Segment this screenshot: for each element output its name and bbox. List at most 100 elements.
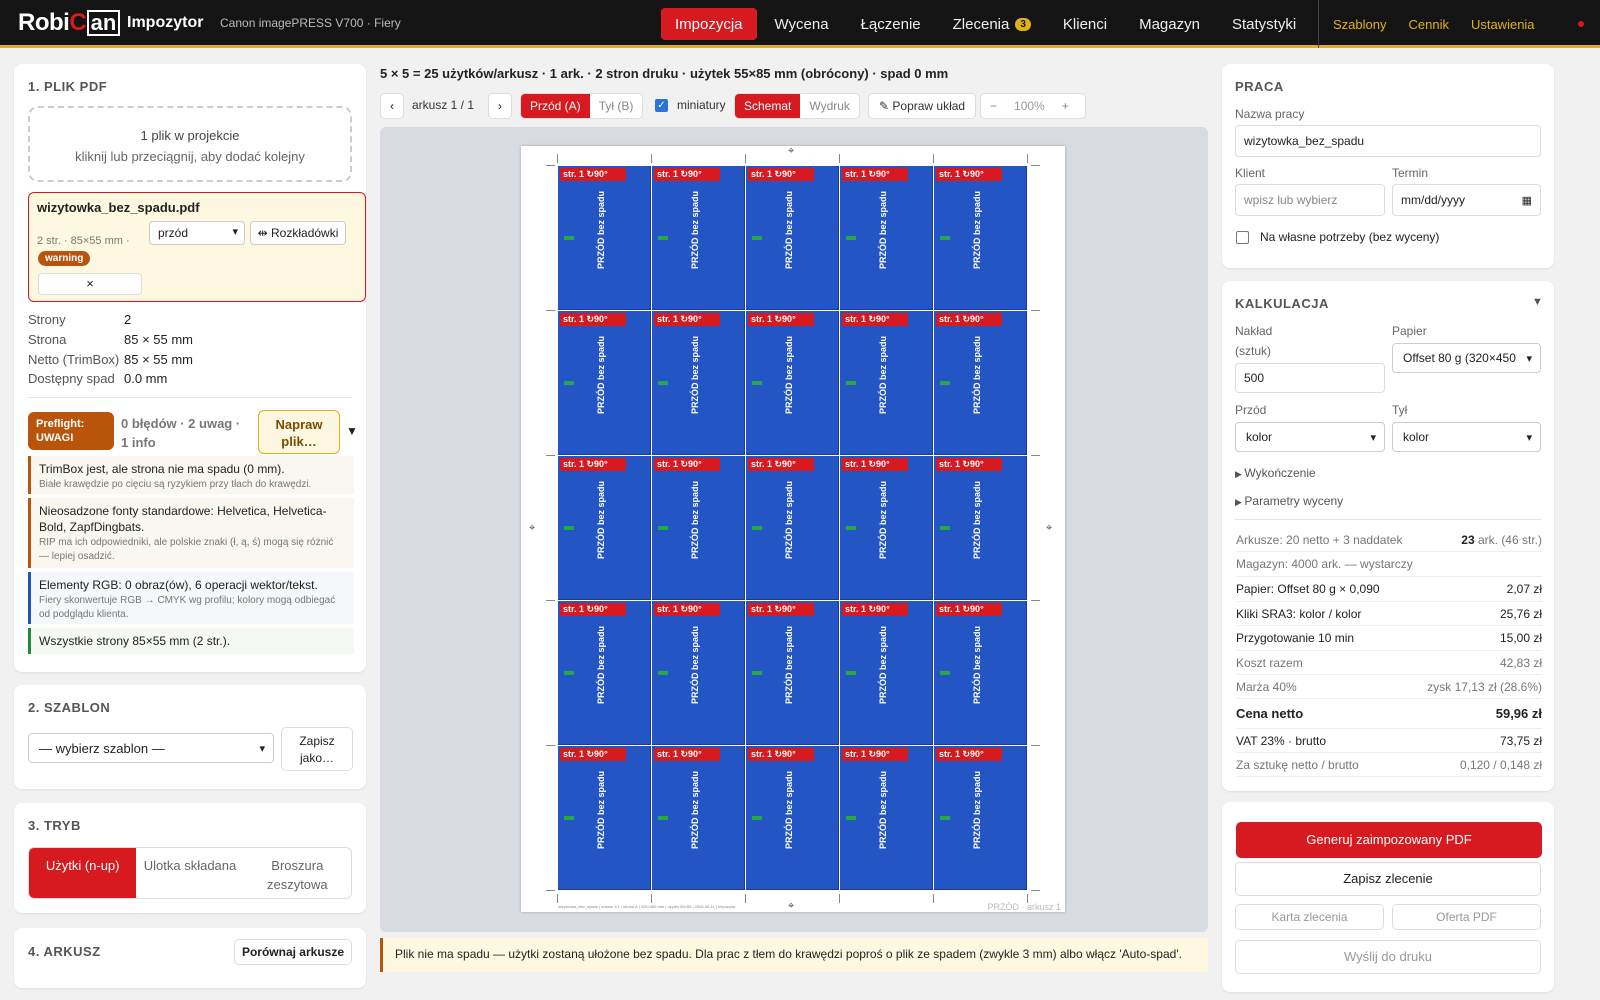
imposition-cell[interactable]: str. 1 ↻90° PRZÓD bez spadu [652, 311, 745, 455]
imposition-cell[interactable]: str. 1 ↻90° PRZÓD bez spadu [840, 746, 933, 890]
generate-pdf-button[interactable]: Generuj zaimpozowany PDF [1236, 822, 1542, 858]
imposition-cell[interactable]: str. 1 ↻90° PRZÓD bez spadu [652, 601, 745, 745]
front-side-button[interactable]: Przód (A) [521, 94, 590, 118]
sheet-label: PRZÓD · arkusz 1 [987, 902, 1061, 912]
cell-content-text: PRZÓD bez spadu [690, 191, 700, 270]
imposition-cell[interactable]: str. 1 ↻90° PRZÓD bez spadu [652, 456, 745, 600]
quantity-unit-label: (sztuk) [1235, 344, 1271, 358]
nav-magazyn[interactable]: Magazyn [1125, 8, 1214, 40]
fix-layout-button[interactable]: ✎ Popraw układ [868, 93, 977, 119]
prop-key: Netto (TrimBox) [28, 352, 120, 367]
nav-ustawienia[interactable]: Ustawienia [1471, 17, 1535, 32]
calendar-icon[interactable]: ▦ [1522, 194, 1532, 207]
imposition-cell[interactable]: str. 1 ↻90° PRZÓD bez spadu [652, 746, 745, 890]
collapse-toggle-icon[interactable]: ▼ [1532, 296, 1543, 308]
chevron-down-icon[interactable]: ▼ [346, 424, 358, 438]
orientation-marker [658, 526, 668, 530]
client-input[interactable]: wpisz lub wybierz [1235, 184, 1385, 216]
registration-mark-icon: ⌖ [1046, 522, 1053, 534]
prop-row: Dostępny spad 0.0 mm [28, 371, 328, 389]
imposition-cell[interactable]: str. 1 ↻90° PRZÓD bez spadu [840, 601, 933, 745]
imposition-cell[interactable]: str. 1 ↻90° PRZÓD bez spadu [652, 166, 745, 310]
quantity-input[interactable]: 500 [1235, 363, 1385, 393]
cost-row-value: 23 ark. (46 str.) [1461, 533, 1542, 547]
imposition-cell[interactable]: str. 1 ↻90° PRZÓD bez spadu [934, 311, 1027, 455]
imposition-cell[interactable]: str. 1 ↻90° PRZÓD bez spadu [558, 601, 651, 745]
save-order-button[interactable]: Zapisz zlecenie [1235, 862, 1541, 896]
nav-laczenie[interactable]: Łączenie [847, 8, 935, 40]
imposition-cell[interactable]: str. 1 ↻90° PRZÓD bez spadu [558, 166, 651, 310]
nav-klienci[interactable]: Klienci [1049, 8, 1121, 40]
chevron-down-icon: ▾ [232, 226, 238, 238]
imposition-cell[interactable]: str. 1 ↻90° PRZÓD bez spadu [934, 601, 1027, 745]
nav-wycena[interactable]: Wycena [761, 8, 843, 40]
imposition-cell[interactable]: str. 1 ↻90° PRZÓD bez spadu [746, 311, 839, 455]
prop-row: Netto (TrimBox) 85 × 55 mm [28, 352, 328, 370]
prev-sheet-button[interactable]: ‹ [380, 93, 404, 119]
orientation-marker [940, 236, 950, 240]
imposition-cell[interactable]: str. 1 ↻90° PRZÓD bez spadu [934, 456, 1027, 600]
finishing-toggle[interactable]: ▶ Wykończenie [1235, 466, 1316, 480]
nav-statystyki[interactable]: Statystyki [1218, 8, 1310, 40]
nav-zlecenia[interactable]: Zlecenia 3 [939, 8, 1045, 40]
imposition-cell[interactable]: str. 1 ↻90° PRZÓD bez spadu [840, 311, 933, 455]
imposition-cell[interactable]: str. 1 ↻90° PRZÓD bez spadu [558, 311, 651, 455]
print-view-button[interactable]: Wydruk [800, 94, 859, 118]
back-color-select[interactable]: kolor ▾ [1392, 422, 1541, 452]
imposition-cell[interactable]: str. 1 ↻90° PRZÓD bez spadu [934, 166, 1027, 310]
nav-szablony[interactable]: Szablony [1333, 17, 1386, 32]
nav-impozycja[interactable]: Impozycja [661, 8, 757, 40]
imposition-cell[interactable]: str. 1 ↻90° PRZÓD bez spadu [558, 456, 651, 600]
own-needs-checkbox[interactable] [1236, 231, 1249, 244]
registration-mark-icon: ⌖ [529, 522, 536, 534]
finishing-label: Wykończenie [1244, 466, 1316, 480]
mode-n-up[interactable]: Użytki (n-up) [29, 848, 137, 898]
cell-content-text: PRZÓD bez spadu [784, 626, 794, 705]
imposition-cell[interactable]: str. 1 ↻90° PRZÓD bez spadu [558, 746, 651, 890]
sheet-panel: 4. ARKUSZ Porównaj arkusze [14, 928, 366, 988]
compare-sheets-button[interactable]: Porównaj arkusze [234, 939, 352, 965]
imposition-cell[interactable]: str. 1 ↻90° PRZÓD bez spadu [746, 746, 839, 890]
imposition-cell[interactable]: str. 1 ↻90° PRZÓD bez spadu [746, 456, 839, 600]
order-card-button[interactable]: Karta zlecenia [1235, 904, 1384, 930]
schema-view-button[interactable]: Schemat [735, 94, 801, 118]
side-select[interactable]: przód ▾ [149, 221, 245, 245]
orientation-marker [658, 816, 668, 820]
zoom-out-button[interactable]: − [981, 94, 1006, 118]
cell-content-text: PRZÓD bez spadu [596, 626, 606, 705]
remove-file-button[interactable]: × [38, 273, 142, 295]
back-side-button[interactable]: Tył (B) [590, 94, 643, 118]
imposition-cell[interactable]: str. 1 ↻90° PRZÓD bez spadu [934, 746, 1027, 890]
quantity-label: Nakład [1235, 324, 1273, 338]
offer-pdf-button[interactable]: Oferta PDF [1392, 904, 1541, 930]
main-nav: Impozycja Wycena Łączenie Zlecenia 3 Klie… [661, 8, 1314, 40]
paper-select[interactable]: Offset 80 g (320×450 ▾ [1392, 343, 1541, 373]
cell-content-text: PRZÓD bez spadu [690, 481, 700, 560]
send-to-print-button[interactable]: Wyślij do druku [1235, 940, 1541, 974]
imposition-cell[interactable]: str. 1 ↻90° PRZÓD bez spadu [840, 166, 933, 310]
pricing-params-toggle[interactable]: ▶ Parametry wyceny [1235, 494, 1343, 508]
thumbnails-checkbox[interactable]: ✓ [655, 99, 668, 112]
imposition-cell[interactable]: str. 1 ↻90° PRZÓD bez spadu [746, 601, 839, 745]
template-select[interactable]: — wybierz szablon — ▾ [28, 733, 274, 763]
next-sheet-button[interactable]: › [488, 93, 512, 119]
crop-mark [839, 894, 840, 903]
logo[interactable]: Robi Can [18, 9, 121, 37]
fix-file-button[interactable]: Napraw plik… [258, 410, 340, 454]
save-template-button[interactable]: Zapisz jako… [281, 727, 353, 771]
nav-cennik[interactable]: Cennik [1408, 17, 1448, 32]
due-label: Termin [1392, 166, 1429, 180]
job-name-input[interactable]: wizytowka_bez_spadu [1235, 125, 1541, 157]
orientation-marker [846, 816, 856, 820]
spreads-button[interactable]: ⇹ Rozkładówki [250, 221, 346, 245]
mode-folded-leaflet[interactable]: Ulotka składana [136, 848, 243, 898]
zoom-in-button[interactable]: + [1053, 94, 1078, 118]
front-color-select[interactable]: kolor ▾ [1235, 422, 1385, 452]
imposition-cell[interactable]: str. 1 ↻90° PRZÓD bez spadu [840, 456, 933, 600]
due-date-input[interactable]: mm/dd/yyyy ▦ [1392, 184, 1541, 216]
prop-key: Dostępny spad [28, 371, 115, 386]
mode-saddle-stitch[interactable]: Broszura zeszytowa [244, 848, 351, 898]
file-dropzone[interactable]: 1 plik w projekcie kliknij lub przeciągn… [28, 106, 352, 182]
cost-row-label: Papier: Offset 80 g × 0,090 [1236, 582, 1380, 596]
imposition-cell[interactable]: str. 1 ↻90° PRZÓD bez spadu [746, 166, 839, 310]
